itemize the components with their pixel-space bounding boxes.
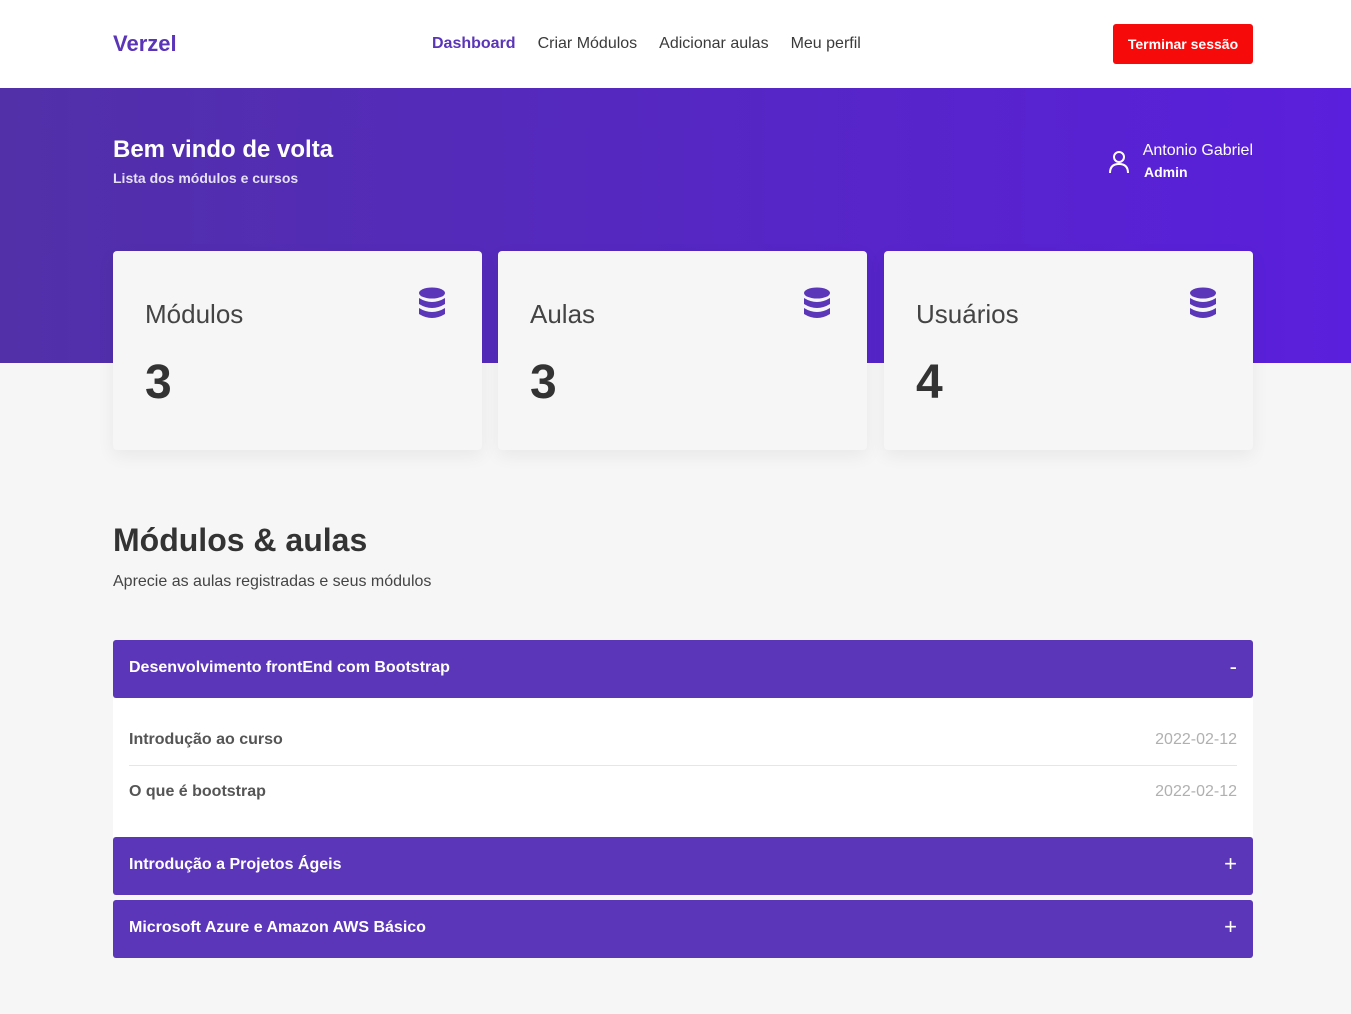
lesson-name[interactable]: Introdução ao curso: [129, 731, 283, 749]
module-title: Introdução a Projetos Ágeis: [129, 856, 342, 873]
lesson-item[interactable]: O que é bootstrap 2022-02-12: [129, 783, 1237, 835]
stat-label: Aulas: [530, 299, 596, 329]
stat-card-usuarios: Usuários 4: [884, 251, 1253, 450]
nav-link-criar-modulos[interactable]: Criar Módulos: [538, 34, 638, 54]
module-title: Desenvolvimento frontEnd com Bootstrap: [129, 659, 450, 676]
section-title: Módulos & aulas: [113, 522, 368, 558]
module-header-azure-aws[interactable]: Microsoft Azure e Amazon AWS Básico +: [113, 900, 1253, 958]
module-header-frontend-bootstrap[interactable]: Desenvolvimento frontEnd com Bootstrap -: [113, 640, 1253, 698]
brand-logo[interactable]: Verzel: [113, 31, 177, 57]
welcome-subtitle: Lista dos módulos e cursos: [113, 170, 299, 186]
module-lessons-list: Introdução ao curso 2022-02-12 O que é b…: [113, 698, 1253, 837]
nav-links: Dashboard Criar Módulos Adicionar aulas …: [432, 34, 883, 54]
welcome-title: Bem vindo de volta: [113, 136, 334, 163]
expand-toggle[interactable]: +: [1224, 914, 1237, 940]
user-name: Antonio Gabriel: [1142, 142, 1253, 159]
stat-card-modulos: Módulos 3: [113, 251, 482, 450]
user-icon: [1109, 151, 1129, 174]
user-info[interactable]: Antonio Gabriel Admin: [1108, 141, 1253, 185]
stat-value: 3: [530, 356, 557, 409]
expand-toggle[interactable]: +: [1224, 851, 1237, 877]
logout-button[interactable]: Terminar sessão: [1113, 24, 1253, 64]
nav-link-meu-perfil[interactable]: Meu perfil: [791, 34, 861, 54]
module-title: Microsoft Azure e Amazon AWS Básico: [129, 919, 426, 936]
nav-link-dashboard[interactable]: Dashboard: [432, 34, 516, 54]
stat-label: Módulos: [145, 299, 244, 329]
top-navbar: Verzel Dashboard Criar Módulos Adicionar…: [0, 0, 1351, 88]
user-role: Admin: [1144, 164, 1188, 180]
lesson-date: 2022-02-12: [1155, 731, 1237, 748]
nav-link-adicionar-aulas[interactable]: Adicionar aulas: [659, 34, 768, 54]
lesson-date: 2022-02-12: [1155, 783, 1237, 800]
lesson-divider: [129, 765, 1237, 766]
stat-card-aulas: Aulas 3: [498, 251, 867, 450]
collapse-toggle[interactable]: -: [1230, 654, 1237, 680]
stat-label: Usuários: [916, 299, 1019, 329]
lesson-name[interactable]: O que é bootstrap: [129, 783, 266, 801]
stat-value: 3: [145, 356, 172, 409]
database-icon: [804, 287, 830, 318]
database-icon: [1190, 287, 1216, 318]
module-header-projetos-ageis[interactable]: Introdução a Projetos Ágeis +: [113, 837, 1253, 895]
stat-value: 4: [916, 356, 943, 409]
section-subtitle: Aprecie as aulas registradas e seus módu…: [113, 573, 432, 590]
database-icon: [419, 287, 445, 318]
lesson-item[interactable]: Introdução ao curso 2022-02-12: [129, 731, 1237, 783]
